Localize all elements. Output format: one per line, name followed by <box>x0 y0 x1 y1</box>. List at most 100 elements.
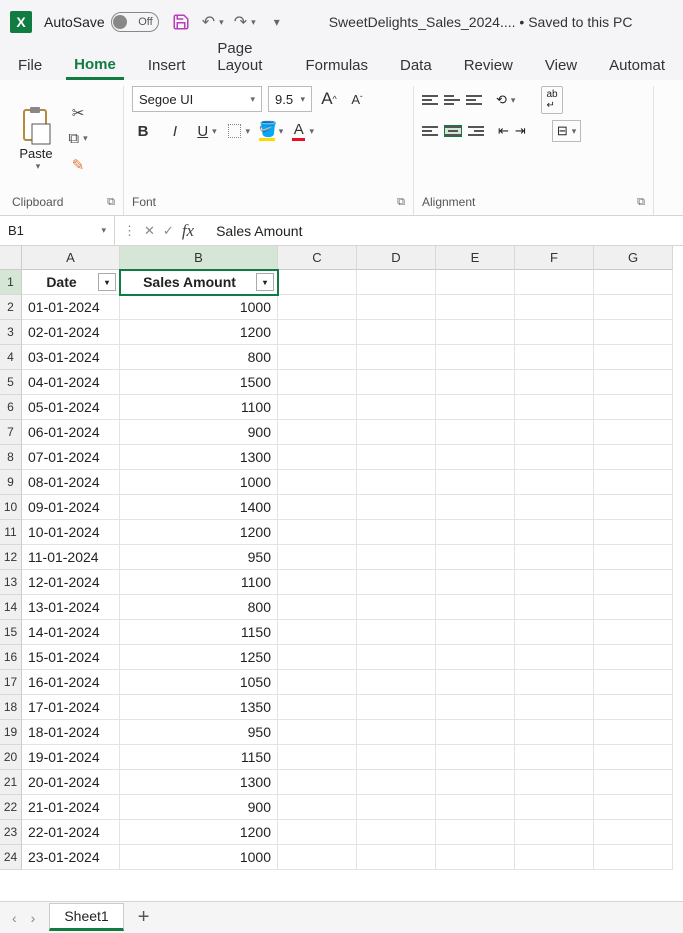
cell-A24[interactable]: 23-01-2024 <box>22 845 120 870</box>
undo-icon[interactable]: ↶▾ <box>203 12 223 32</box>
col-header-F[interactable]: F <box>515 246 594 270</box>
cell-B16[interactable]: 1250 <box>120 645 278 670</box>
cell-B20[interactable]: 1150 <box>120 745 278 770</box>
tab-file[interactable]: File <box>10 51 50 80</box>
align-top-icon[interactable] <box>422 95 438 105</box>
select-all-corner[interactable] <box>0 246 22 270</box>
cell-A23[interactable]: 22-01-2024 <box>22 820 120 845</box>
row-header-4[interactable]: 4 <box>0 345 22 370</box>
font-name-select[interactable]: Segoe UI▾ <box>132 86 262 112</box>
font-dialog-launcher[interactable]: ⧉ <box>377 196 405 209</box>
align-right-icon[interactable] <box>468 126 484 136</box>
cell-B7[interactable]: 900 <box>120 420 278 445</box>
row-header-7[interactable]: 7 <box>0 420 22 445</box>
row-header-5[interactable]: 5 <box>0 370 22 395</box>
col-header-B[interactable]: B <box>120 246 278 270</box>
cell-A14[interactable]: 13-01-2024 <box>22 595 120 620</box>
row-header-8[interactable]: 8 <box>0 445 22 470</box>
cell-B4[interactable]: 800 <box>120 345 278 370</box>
row-header-19[interactable]: 19 <box>0 720 22 745</box>
cell-B18[interactable]: 1350 <box>120 695 278 720</box>
cell-B10[interactable]: 1400 <box>120 495 278 520</box>
cell-B12[interactable]: 950 <box>120 545 278 570</box>
row-header-1[interactable]: 1 <box>0 270 22 295</box>
row-header-17[interactable]: 17 <box>0 670 22 695</box>
cell-B9[interactable]: 1000 <box>120 470 278 495</box>
cell-A5[interactable]: 04-01-2024 <box>22 370 120 395</box>
cell-A13[interactable]: 12-01-2024 <box>22 570 120 595</box>
row-header-20[interactable]: 20 <box>0 745 22 770</box>
orientation-button[interactable]: ⟲▾ <box>496 92 515 108</box>
confirm-formula-icon[interactable]: ✓ <box>163 223 174 239</box>
row-header-23[interactable]: 23 <box>0 820 22 845</box>
cell-A20[interactable]: 19-01-2024 <box>22 745 120 770</box>
row-header-22[interactable]: 22 <box>0 795 22 820</box>
cell-B2[interactable]: 1000 <box>120 295 278 320</box>
row-header-12[interactable]: 12 <box>0 545 22 570</box>
cell-B22[interactable]: 900 <box>120 795 278 820</box>
col-header-D[interactable]: D <box>357 246 436 270</box>
tab-formulas[interactable]: Formulas <box>297 51 376 80</box>
redo-icon[interactable]: ↷▾ <box>235 12 255 32</box>
row-header-3[interactable]: 3 <box>0 320 22 345</box>
qat-customize-icon[interactable]: ▾ <box>267 12 287 32</box>
cell-A9[interactable]: 08-01-2024 <box>22 470 120 495</box>
row-header-18[interactable]: 18 <box>0 695 22 720</box>
sheet-next-icon[interactable]: › <box>31 910 36 926</box>
save-icon[interactable] <box>171 12 191 32</box>
more-icon[interactable]: ⋮ <box>123 223 136 239</box>
borders-button[interactable]: ▾ <box>228 120 250 142</box>
align-center-icon[interactable] <box>444 125 462 137</box>
decrease-indent-icon[interactable]: ⇤ <box>498 123 509 139</box>
tab-page-layout[interactable]: Page Layout <box>209 34 281 80</box>
cell-A8[interactable]: 07-01-2024 <box>22 445 120 470</box>
filter-button-sales[interactable]: ▾ <box>256 273 274 291</box>
formula-input[interactable]: Sales Amount <box>202 223 316 239</box>
align-middle-icon[interactable] <box>444 95 460 105</box>
tab-view[interactable]: View <box>537 51 585 80</box>
cell-B14[interactable]: 800 <box>120 595 278 620</box>
tab-automate[interactable]: Automat <box>601 51 673 80</box>
cell-A21[interactable]: 20-01-2024 <box>22 770 120 795</box>
col-header-G[interactable]: G <box>594 246 673 270</box>
font-color-button[interactable]: A▾ <box>292 120 314 142</box>
alignment-dialog-launcher[interactable]: ⧉ <box>617 196 645 209</box>
wrap-text-button[interactable]: ab↵ <box>541 86 562 114</box>
row-header-24[interactable]: 24 <box>0 845 22 870</box>
font-size-select[interactable]: 9.5▾ <box>268 86 312 112</box>
cell-B11[interactable]: 1200 <box>120 520 278 545</box>
cell-B17[interactable]: 1050 <box>120 670 278 695</box>
tab-home[interactable]: Home <box>66 50 124 80</box>
row-header-9[interactable]: 9 <box>0 470 22 495</box>
row-header-13[interactable]: 13 <box>0 570 22 595</box>
cell-B24[interactable]: 1000 <box>120 845 278 870</box>
row-header-14[interactable]: 14 <box>0 595 22 620</box>
cell-A22[interactable]: 21-01-2024 <box>22 795 120 820</box>
clipboard-dialog-launcher[interactable]: ⧉ <box>87 196 115 209</box>
cell-A3[interactable]: 02-01-2024 <box>22 320 120 345</box>
fill-color-button[interactable]: 🪣▾ <box>260 120 282 142</box>
cell-A10[interactable]: 09-01-2024 <box>22 495 120 520</box>
paste-button[interactable]: Paste ▾ <box>12 104 60 174</box>
col-header-E[interactable]: E <box>436 246 515 270</box>
format-painter-icon[interactable]: ✎ <box>68 155 88 175</box>
add-sheet-icon[interactable]: + <box>138 906 150 929</box>
cell-A7[interactable]: 06-01-2024 <box>22 420 120 445</box>
row-header-16[interactable]: 16 <box>0 645 22 670</box>
cell-B13[interactable]: 1100 <box>120 570 278 595</box>
col-header-A[interactable]: A <box>22 246 120 270</box>
cell-A18[interactable]: 17-01-2024 <box>22 695 120 720</box>
cell-A19[interactable]: 18-01-2024 <box>22 720 120 745</box>
cell-A11[interactable]: 10-01-2024 <box>22 520 120 545</box>
cell-A16[interactable]: 15-01-2024 <box>22 645 120 670</box>
sheet-prev-icon[interactable]: ‹ <box>12 910 17 926</box>
cell-B19[interactable]: 950 <box>120 720 278 745</box>
fx-icon[interactable]: fx <box>182 221 194 241</box>
row-header-11[interactable]: 11 <box>0 520 22 545</box>
tab-data[interactable]: Data <box>392 51 440 80</box>
cell-B5[interactable]: 1500 <box>120 370 278 395</box>
tab-review[interactable]: Review <box>456 51 521 80</box>
cell-B3[interactable]: 1200 <box>120 320 278 345</box>
increase-font-icon[interactable]: A^ <box>318 88 340 110</box>
autosave-control[interactable]: AutoSave Off <box>44 12 159 32</box>
